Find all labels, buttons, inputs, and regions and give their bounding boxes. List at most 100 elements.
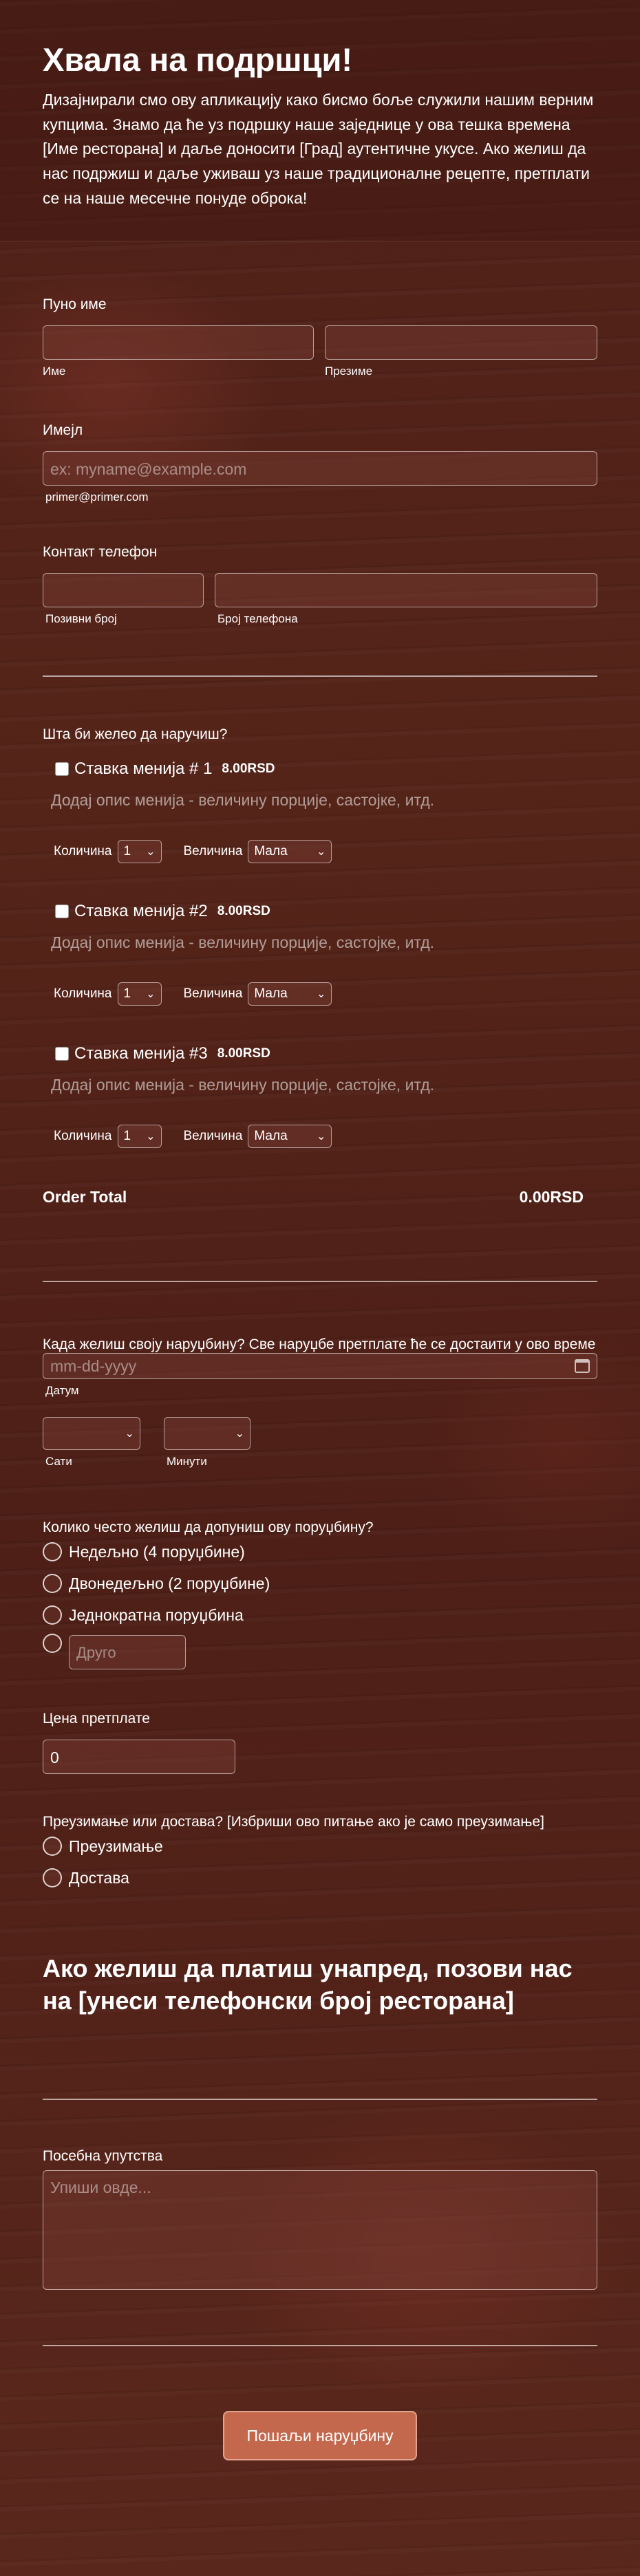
menu-item-options: Количина 1 ⌄ Величина Мала ⌄ — [54, 982, 597, 1006]
menu-item-title: Ставка менија #2 8.00RSD — [55, 902, 597, 921]
order-question: Шта би желео да наручиш? — [43, 726, 228, 743]
form-content: Пуно име Име Презиме Имејл ex: myname@ex… — [0, 296, 640, 2461]
last-name-sublabel: Презиме — [325, 365, 373, 378]
menu-item-checkbox[interactable] — [55, 905, 69, 919]
first-name-sublabel: Име — [43, 365, 66, 378]
phone-number-input[interactable] — [215, 573, 597, 608]
size-select[interactable]: Мала ⌄ — [248, 840, 332, 864]
phone-number-sublabel: Број телефона — [217, 612, 298, 626]
menu-item-description: Додај опис менија - величину порције, са… — [51, 791, 435, 810]
phone-label: Контакт телефон — [43, 544, 158, 561]
menu-item-price: 8.00RSD — [217, 1046, 270, 1061]
menu-item-title: Ставка менија #3 8.00RSD — [55, 1044, 597, 1063]
quantity-select[interactable]: 1 ⌄ — [117, 982, 162, 1006]
quantity-label: Количина — [54, 986, 112, 1002]
quantity-label: Количина — [54, 1129, 112, 1144]
frequency-option-other[interactable]: Друго — [43, 1631, 597, 1679]
phone-field: Контакт телефон Позивни број Број телефо… — [43, 544, 597, 626]
radio-button[interactable] — [43, 1634, 62, 1654]
delivery-time-field: Када желиш своју наруџбину? Све наруџбе … — [43, 1336, 597, 1469]
minutes-select[interactable]: ⌄ — [164, 1417, 250, 1451]
menu-item-name: Ставка менија #2 — [74, 902, 208, 921]
email-field: Имејл ex: myname@example.com primer@prim… — [43, 422, 597, 504]
submit-container: Пошаљи наруџбину — [43, 2411, 597, 2461]
area-code-sublabel: Позивни број — [45, 612, 117, 626]
radio-button[interactable] — [43, 1605, 62, 1625]
size-value: Мала — [254, 1129, 288, 1144]
divider — [43, 2099, 597, 2101]
menu-item-description: Додај опис менија - величину порције, са… — [51, 933, 435, 952]
menu-item: Ставка менија # 1 8.00RSD Додај опис мен… — [51, 759, 597, 864]
frequency-option-label: Једнократна поруџбина — [69, 1605, 244, 1624]
divider — [43, 1281, 597, 1283]
email-label: Имејл — [43, 422, 83, 439]
other-input[interactable]: Друго — [69, 1635, 186, 1670]
subscription-price-field: Цена претплате 0 — [43, 1711, 597, 1775]
chevron-down-icon: ⌄ — [316, 988, 326, 1001]
chevron-down-icon: ⌄ — [316, 1131, 326, 1143]
radio-button[interactable] — [43, 1542, 62, 1562]
form-header: Хвала на подршци! Дизајнирали смо ову ап… — [0, 0, 640, 242]
radio-button[interactable] — [43, 1868, 62, 1888]
date-placeholder: mm-dd-yyyy — [50, 1357, 137, 1376]
menu-item-options: Количина 1 ⌄ Величина Мала ⌄ — [54, 840, 597, 864]
quantity-value: 1 — [123, 1129, 131, 1144]
full-name-label: Пуно име — [43, 296, 107, 313]
frequency-field: Колико често желиш да допуниш ову поруџб… — [43, 1519, 597, 1679]
menu-item-title: Ставка менија # 1 8.00RSD — [55, 759, 597, 779]
hours-select[interactable]: ⌄ — [43, 1417, 140, 1451]
menu-item-price: 8.00RSD — [217, 904, 270, 919]
menu-item: Ставка менија #2 8.00RSD Додај опис мени… — [51, 902, 597, 1006]
instructions-label: Посебна упутства — [43, 2148, 163, 2165]
size-label: Величина — [183, 1129, 243, 1144]
chevron-down-icon: ⌄ — [125, 1428, 134, 1440]
chevron-down-icon: ⌄ — [146, 846, 156, 858]
full-name-field: Пуно име Име Презиме — [43, 296, 597, 378]
order-total-label: Order Total — [43, 1188, 127, 1206]
menu-item-checkbox[interactable] — [55, 1047, 69, 1061]
radio-button[interactable] — [43, 1574, 62, 1594]
menu-item-price: 8.00RSD — [222, 761, 275, 777]
minutes-sublabel: Минути — [167, 1455, 207, 1469]
email-sublabel: primer@primer.com — [45, 490, 149, 504]
date-sublabel: Датум — [45, 1384, 79, 1398]
menu-item-options: Количина 1 ⌄ Величина Мала ⌄ — [54, 1125, 597, 1149]
pickup-delivery-label: Преузимање или достава? [Избриши ово пит… — [43, 1814, 544, 1830]
chevron-down-icon: ⌄ — [235, 1428, 244, 1440]
pickup-option[interactable]: Преузимање — [43, 1830, 597, 1862]
size-label: Величина — [183, 844, 243, 859]
first-name-input[interactable] — [43, 325, 314, 360]
order-total-value: 0.00RSD — [519, 1188, 584, 1206]
frequency-option[interactable]: Једнократна поруџбина — [43, 1599, 597, 1631]
instructions-field: Посебна упутства Упиши овде... — [43, 2148, 597, 2291]
delivery-option[interactable]: Достава — [43, 1862, 597, 1894]
quantity-value: 1 — [123, 986, 131, 1002]
frequency-option[interactable]: Двонедељно (2 поруџбине) — [43, 1568, 597, 1599]
subscription-price-input[interactable]: 0 — [43, 1740, 235, 1775]
quantity-select[interactable]: 1 ⌄ — [117, 840, 162, 864]
size-label: Величина — [183, 986, 243, 1002]
submit-button[interactable]: Пошаљи наруџбину — [223, 2411, 417, 2461]
hours-sublabel: Сати — [45, 1455, 72, 1469]
page-description: Дизајнирали смо ову апликацију како бисм… — [43, 91, 594, 207]
divider — [43, 2345, 597, 2347]
chevron-down-icon: ⌄ — [146, 1131, 156, 1143]
date-input[interactable]: mm-dd-yyyy — [43, 1353, 597, 1380]
area-code-input[interactable] — [43, 573, 204, 608]
frequency-option-label: Недељно (4 поруџбине) — [69, 1542, 245, 1561]
quantity-select[interactable]: 1 ⌄ — [117, 1125, 162, 1149]
pay-ahead-heading: Ако желиш да платиш унапред, позови нас … — [43, 1954, 573, 2015]
radio-button[interactable] — [43, 1837, 62, 1857]
frequency-option[interactable]: Недељно (4 поруџбине) — [43, 1536, 597, 1568]
page-title: Хвала на подршци! — [43, 41, 353, 78]
quantity-value: 1 — [123, 844, 131, 859]
menu-item-description: Додај опис менија - величину порције, са… — [51, 1076, 435, 1094]
calendar-icon[interactable] — [575, 1359, 590, 1374]
email-input[interactable]: ex: myname@example.com — [43, 451, 597, 486]
menu-item-checkbox[interactable] — [55, 762, 69, 777]
divider — [43, 675, 597, 678]
instructions-textarea[interactable]: Упиши овде... — [43, 2170, 597, 2291]
size-select[interactable]: Мала ⌄ — [248, 982, 332, 1006]
last-name-input[interactable] — [325, 325, 597, 360]
size-select[interactable]: Мала ⌄ — [248, 1125, 332, 1149]
